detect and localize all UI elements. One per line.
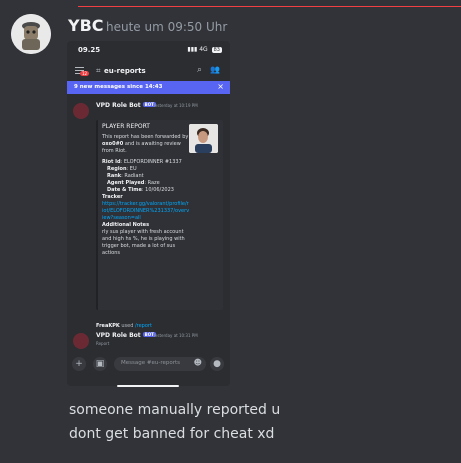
channel-hash-icon: ⌗ <box>96 66 101 75</box>
riot-id-label: Riot Id <box>102 159 121 165</box>
bot-name-2: VPD Role Bot BOT <box>96 332 156 339</box>
search-icon: ⌕ <box>196 65 202 75</box>
user-avatar[interactable] <box>11 14 51 54</box>
rank-value: : Radiant <box>121 173 144 179</box>
report-embed: PLAYER REPORT This report has been forwa… <box>96 120 223 310</box>
message-author[interactable]: YBC <box>68 16 104 35</box>
message-placeholder: Message #eu-reports <box>121 360 180 366</box>
avatar-image <box>11 14 51 54</box>
new-messages-bar: 9 new messages since 14:43 × <box>67 81 230 94</box>
message-line-2: dont get banned for cheat xd <box>69 426 275 442</box>
notification-badge: 12 <box>80 71 90 76</box>
embed-body: This report has been forwarded by oxo0#0… <box>102 134 190 257</box>
status-time: 09.25 <box>78 46 101 54</box>
message-input-row: + ▣ Message #eu-reports ☻ ● <box>67 354 230 374</box>
region-label: Region <box>107 166 127 172</box>
tracker-label: Tracker <box>102 194 123 200</box>
bot-name-text: VPD Role Bot <box>96 102 141 109</box>
bot-time-2: Yesterday at 10:31 PM <box>153 333 198 338</box>
bot-name: VPD Role Bot BOT <box>96 102 156 109</box>
add-icon: + <box>72 357 86 371</box>
slash-command: /report <box>134 323 152 329</box>
embed-intro: This report has been forwarded by <box>102 134 189 140</box>
battery-icon: 83 <box>211 47 222 53</box>
embed-reporter: oxo0#0 <box>102 141 124 147</box>
region-field: Region: EU <box>102 166 190 173</box>
date-value: : 10/06/2023 <box>141 187 174 193</box>
agent-field: Agent Played: Raze <box>102 180 190 187</box>
emoji-icon: ☻ <box>193 358 202 367</box>
thumbnail-image <box>189 124 218 153</box>
new-messages-text: 9 new messages since 14:43 <box>74 84 163 90</box>
riot-id-field: Riot Id: ELOFORDINNER #1337 <box>102 159 190 166</box>
tracker-link[interactable]: https://tracker.gg/valorant/profile/riot… <box>102 201 190 222</box>
close-icon: × <box>217 82 224 91</box>
new-message-divider <box>78 6 461 7</box>
network-label: 4G <box>199 46 208 53</box>
phone-status-bar: 09.25 ▮▮▮ 4G 83 <box>67 41 230 58</box>
slash-used: used <box>119 323 135 329</box>
bot-name-2-text: VPD Role Bot <box>96 332 141 339</box>
signal-icon: ▮▮▮ <box>187 46 198 53</box>
home-indicator <box>117 385 179 387</box>
members-icon: 👥 <box>210 65 220 74</box>
status-icons: ▮▮▮ 4G 83 <box>187 46 222 53</box>
agent-value: : Raze <box>144 180 160 186</box>
message-line-1: someone manually reported u <box>69 402 281 418</box>
bot-avatar <box>73 103 89 119</box>
rank-label: Rank <box>107 173 122 179</box>
riot-id-value: : ELOFORDINNER #1337 <box>120 159 182 165</box>
gift-icon: ▣ <box>93 357 107 371</box>
notes-label: Additional Notes <box>102 222 150 228</box>
bot-time: Yesterday at 10:19 PM <box>153 103 198 108</box>
date-label: Date & Time <box>107 187 142 193</box>
channel-name: eu-reports <box>104 67 146 75</box>
bot-avatar-2 <box>73 333 89 349</box>
message-timestamp: heute um 09:50 Uhr <box>106 20 228 34</box>
rank-field: Rank: Radiant <box>102 173 190 180</box>
notes-value: rly sus player with fresh account and hi… <box>102 229 185 256</box>
embed-thumbnail <box>189 124 218 153</box>
attached-screenshot[interactable]: 09.25 ▮▮▮ 4G 83 12 ⌗ eu-reports ⌕ 👥 9 ne… <box>67 41 230 386</box>
date-field: Date & Time: 10/06/2023 <box>102 187 190 194</box>
mic-icon: ● <box>210 357 224 371</box>
embed-title: PLAYER REPORT <box>102 123 150 130</box>
region-value: : EU <box>126 166 137 172</box>
slash-user: FreaKPK <box>96 323 120 329</box>
agent-label: Agent Played <box>107 180 145 186</box>
bot-sub-2: Report <box>96 341 110 346</box>
message-input: Message #eu-reports ☻ <box>114 357 206 371</box>
slash-command-line: FreaKPK used /report <box>96 323 152 329</box>
channel-header: 12 ⌗ eu-reports ⌕ 👥 <box>67 63 230 81</box>
